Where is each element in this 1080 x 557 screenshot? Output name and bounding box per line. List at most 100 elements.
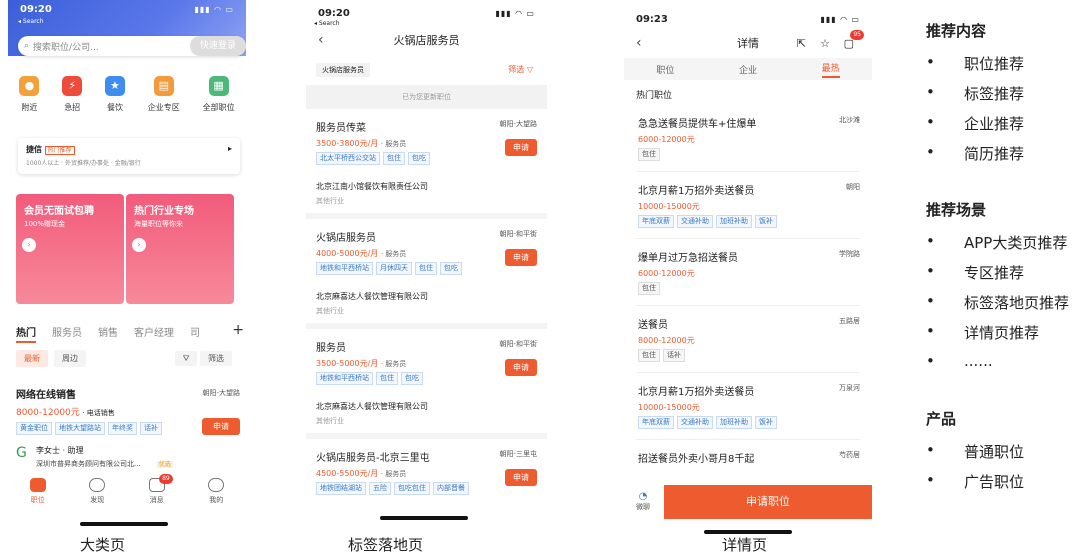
job-tag: 月休四天 bbox=[376, 262, 412, 275]
job-salary: 10000-15000元 bbox=[638, 403, 700, 412]
quick-login-button[interactable]: 快速登录 bbox=[190, 36, 246, 56]
company-logo-icon: G bbox=[16, 445, 27, 461]
job-card[interactable]: 北京月薪1万招外卖送餐员 朝阳 10000-15000元 年底双薪 交通补助 加班补助 饭补 bbox=[636, 172, 860, 239]
job-role: · 服务员 bbox=[380, 250, 407, 258]
banner-vip[interactable]: 会员无面试包聘 100%赠现金 › bbox=[16, 194, 124, 304]
chat-button[interactable]: ◔ 微聊 bbox=[636, 491, 650, 512]
job-card[interactable]: 北京月薪1万招外卖送餐员 万泉河 10000-15000元 年底双薪 交通补助 加班补助饭… bbox=[636, 373, 860, 440]
star-icon[interactable]: ☆ bbox=[820, 37, 830, 50]
category-urgent[interactable]: ⚡ 急招 bbox=[62, 76, 83, 113]
filter-latest[interactable]: 最新 bbox=[16, 350, 48, 367]
share-icon[interactable]: ⇱ bbox=[797, 37, 806, 50]
page-title: 火锅店服务员 bbox=[393, 34, 460, 47]
compass-icon bbox=[89, 478, 106, 492]
tag-chip[interactable]: 火锅店服务员 bbox=[316, 63, 370, 77]
job-location: 万泉河 bbox=[839, 384, 860, 392]
tab-job[interactable]: 职位 bbox=[656, 63, 674, 76]
nav-bar: ‹ 火锅店服务员 bbox=[306, 27, 547, 53]
status-time: 09:23 bbox=[636, 13, 668, 25]
job-tag: 话补 bbox=[140, 422, 162, 435]
tab-sales[interactable]: 销售 bbox=[98, 324, 118, 343]
tab-discover[interactable]: 发现 bbox=[89, 478, 106, 505]
category-nearby[interactable]: ● 附近 bbox=[19, 76, 40, 113]
job-location: 五路居 bbox=[839, 317, 860, 325]
heading-scenarios: 推荐场景 bbox=[926, 201, 987, 219]
list-item: 职位推荐 bbox=[926, 53, 1076, 83]
update-notice: 已为您更新职位 bbox=[306, 85, 547, 109]
premium-badge: 优选 bbox=[156, 461, 173, 468]
back-to-search[interactable]: ◂ Search bbox=[8, 18, 246, 25]
job-tags: 地铁团结湖站 五险 包吃包住 内部晋餐 bbox=[316, 482, 537, 495]
tag-filter-bar: 火锅店服务员 筛选 ▽ bbox=[316, 59, 537, 81]
category-restaurant[interactable]: ★ 餐饮 bbox=[104, 76, 125, 113]
status-bar: 09:23 ▮▮▮ ◠ ▭ bbox=[624, 0, 872, 28]
tab-waiter[interactable]: 服务员 bbox=[52, 324, 82, 343]
job-tag: 年终奖 bbox=[108, 422, 137, 435]
back-icon[interactable]: ‹ bbox=[636, 35, 642, 51]
add-tab-icon[interactable]: + bbox=[232, 322, 244, 338]
tab-hottest[interactable]: 最热 bbox=[821, 61, 840, 78]
apply-button[interactable]: 申请 bbox=[505, 469, 537, 486]
job-card[interactable]: 服务员传菜 朝阳-大望路 3500-3800元/月 · 服务员 北太平桥西公交站… bbox=[306, 109, 547, 219]
filter-button[interactable]: 筛选 ▽ bbox=[508, 64, 533, 75]
job-tag: 内部晋餐 bbox=[433, 482, 469, 495]
apply-button[interactable]: 申请 bbox=[505, 139, 537, 156]
category-row: ● 附近 ⚡ 急招 ★ 餐饮 ▤ 企业专区 ▦ 全部职位 bbox=[8, 76, 246, 113]
job-card[interactable]: 火锅店服务员 朝阳-和平街 4000-5000元/月 · 服务员 地铁和平西桥站… bbox=[306, 219, 547, 329]
job-card[interactable]: 急急送餐员提供车+住爆单 北沙滩 6000-12000元 包住 bbox=[636, 105, 860, 172]
scenario-list: APP大类页推荐 专区推荐 标签落地页推荐 详情页推荐 ...... bbox=[926, 232, 1076, 382]
grid-icon: ▦ bbox=[208, 76, 229, 96]
banner-industry[interactable]: 热门行业专场 海量职位等你来 › bbox=[126, 194, 234, 304]
category-tabs: 热门 服务员 销售 客户经理 司 + bbox=[16, 322, 244, 343]
tab-hot[interactable]: 热门 bbox=[16, 324, 36, 343]
job-card[interactable]: 送餐员 五路居 8000-12000元 包住 话补 bbox=[636, 306, 860, 373]
apply-button[interactable]: 申请 bbox=[202, 418, 240, 435]
section-title: 热门职位 bbox=[636, 91, 673, 101]
job-card[interactable]: 爆单月过万急招送餐员 学院路 6000-12000元 包住 bbox=[636, 239, 860, 306]
tab-company[interactable]: 企业 bbox=[739, 63, 757, 76]
job-tag: 包住 bbox=[638, 148, 660, 161]
category-company[interactable]: ▤ 企业专区 bbox=[148, 76, 180, 113]
briefcase-icon bbox=[29, 478, 46, 492]
filter-label: 筛选 bbox=[200, 351, 232, 366]
filter-icon: ▽ bbox=[526, 65, 533, 74]
back-to-search[interactable]: ◂ Search bbox=[306, 20, 547, 27]
back-icon[interactable]: ‹ bbox=[318, 32, 324, 48]
caption-tag-landing-page: 标签落地页 bbox=[348, 536, 424, 554]
message-count-badge: 95 bbox=[850, 30, 864, 40]
filter-row: 最新 周边 ⛛ 筛选 bbox=[16, 350, 244, 367]
category-label: 附近 bbox=[21, 103, 38, 112]
bottom-tab-bar: 职位 发现 消息 89 我的 bbox=[8, 474, 246, 505]
job-salary: 4000-5000元/月 bbox=[316, 249, 379, 258]
list-item: APP大类页推荐 bbox=[926, 232, 1076, 262]
category-label: 餐饮 bbox=[106, 103, 123, 112]
job-tag: 加班补助 bbox=[716, 215, 752, 228]
filter-button[interactable]: ⛛ 筛选 bbox=[167, 350, 240, 367]
tab-jobs[interactable]: 职位 bbox=[29, 478, 46, 505]
search-icon: ⌕ bbox=[24, 41, 30, 51]
job-location: 朝阳 bbox=[846, 183, 860, 191]
tab-more[interactable]: 司 bbox=[190, 324, 200, 343]
category-all[interactable]: ▦ 全部职位 bbox=[203, 76, 235, 113]
filter-nearby[interactable]: 周边 bbox=[54, 350, 86, 367]
jiepin-card[interactable]: 捷信 热门推荐 ▸ 1000人以上 · 外贸推荐/办事处 · 金融/银行 bbox=[18, 138, 240, 174]
job-location: 朝阳-大望路 bbox=[202, 389, 240, 397]
job-tag: 年底双薪 bbox=[638, 416, 674, 429]
apply-button[interactable]: 申请 bbox=[505, 249, 537, 266]
tab-me[interactable]: 我的 bbox=[208, 478, 225, 505]
category-label: 企业专区 bbox=[147, 103, 180, 112]
tab-account-manager[interactable]: 客户经理 bbox=[134, 324, 174, 343]
job-tag: 饭补 bbox=[755, 215, 777, 228]
status-bar: 09:20 ▮▮▮ ◠ ▭ bbox=[306, 0, 547, 20]
job-card[interactable]: 服务员 朝阳-和平街 3500-5000元/月 · 服务员 地铁和平西桥站 包住包… bbox=[306, 329, 547, 439]
apply-job-button[interactable]: 申请职位 bbox=[664, 485, 872, 519]
caption-category-page: 大类页 bbox=[80, 536, 126, 554]
apply-button[interactable]: 申请 bbox=[505, 359, 537, 376]
tab-label: 职位 bbox=[30, 496, 45, 504]
job-card[interactable]: 网络在线销售 朝阳-大望路 8000-12000元 · 电话销售 黄金职位 地铁大… bbox=[16, 386, 244, 469]
search-input[interactable]: ⌕ 搜索职位/公司... 快速登录 bbox=[18, 36, 246, 56]
job-tag: 包吃 bbox=[408, 152, 430, 165]
tab-messages[interactable]: 消息 89 bbox=[148, 474, 173, 505]
job-card[interactable]: 火锅店服务员-北京三里屯 朝阳-三里屯 4500-5500元/月 · 服务员 地… bbox=[306, 439, 547, 520]
search-placeholder: 搜索职位/公司... bbox=[33, 42, 99, 53]
